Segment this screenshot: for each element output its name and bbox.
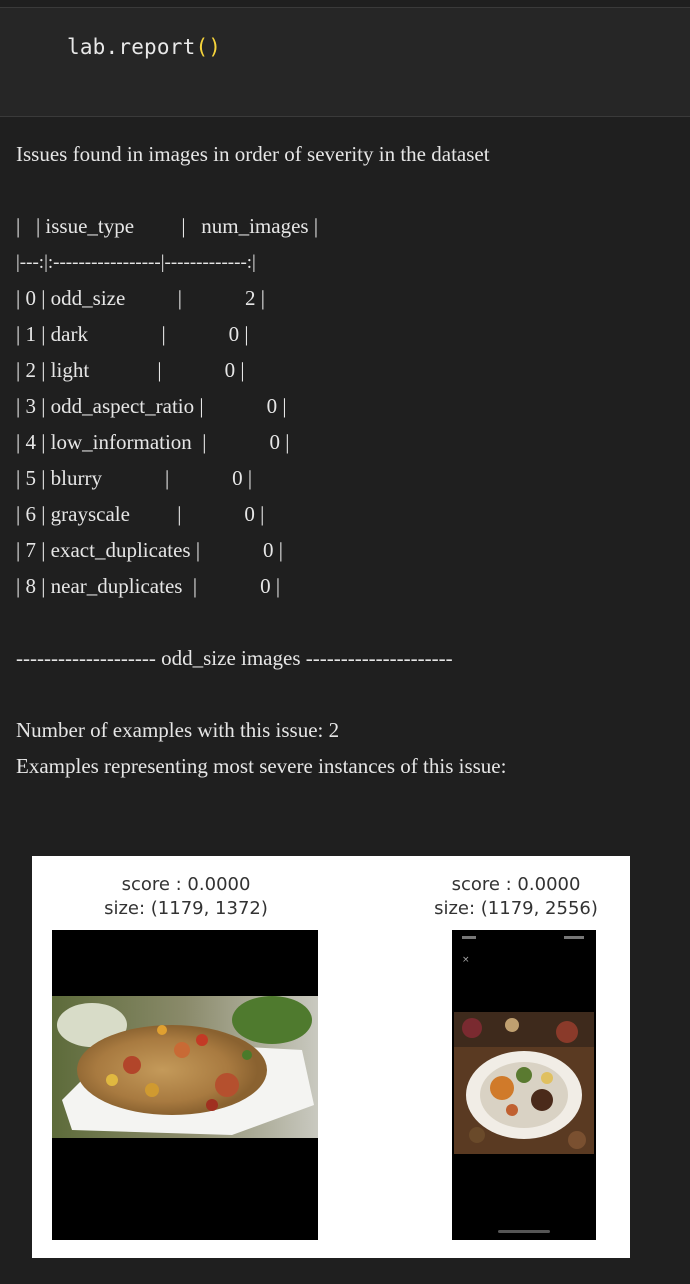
section-title: -------------------- odd_size images ---… — [16, 646, 453, 670]
fried-rice-photo — [52, 996, 318, 1138]
image-1-size: size: (1179, 1372) — [104, 898, 268, 919]
report-heading: Issues found in images in order of sever… — [16, 142, 490, 166]
code-text: lab.report — [67, 35, 196, 59]
table-row: | 3 | odd_aspect_ratio | 0 | — [16, 394, 287, 418]
code-paren: () — [195, 35, 222, 59]
issue-count: Number of examples with this issue: 2 — [16, 718, 340, 742]
code-cell[interactable]: lab.report() — [0, 8, 690, 117]
examples-figure: score : 0.0000 size: (1179, 1372) score … — [32, 856, 630, 1258]
phone-screenshot-food: × — [454, 936, 594, 1233]
image-2-caption: score : 0.0000 size: (1179, 2556) — [418, 873, 614, 921]
table-row: | 6 | grayscale | 0 | — [16, 502, 265, 526]
table-separator: |---:|:-----------------|-------------:| — [16, 252, 256, 273]
table-row: | 7 | exact_duplicates | 0 | — [16, 538, 284, 562]
table-row: | 8 | near_duplicates | 0 | — [16, 574, 281, 598]
code-line: lab.report() — [67, 35, 221, 59]
top-divider — [0, 0, 690, 8]
table-row: | 1 | dark | 0 | — [16, 322, 249, 346]
table-header: | | issue_type | num_images | — [16, 214, 319, 238]
table-row: | 5 | blurry | 0 | — [16, 466, 253, 490]
image-1-score: score : 0.0000 — [121, 874, 251, 895]
image-2-thumbnail: × — [452, 930, 596, 1240]
table-row: | 2 | light | 0 | — [16, 358, 245, 382]
table-row: | 4 | low_information | 0 | — [16, 430, 290, 454]
image-2-size: size: (1179, 2556) — [434, 898, 598, 919]
table-row: | 0 | odd_size | 2 | — [16, 286, 265, 310]
image-1-thumbnail — [52, 930, 318, 1240]
image-2-score: score : 0.0000 — [451, 874, 581, 895]
image-1-caption: score : 0.0000 size: (1179, 1372) — [76, 873, 296, 921]
svg-text:×: × — [462, 955, 470, 965]
examples-caption: Examples representing most severe instan… — [16, 754, 507, 778]
